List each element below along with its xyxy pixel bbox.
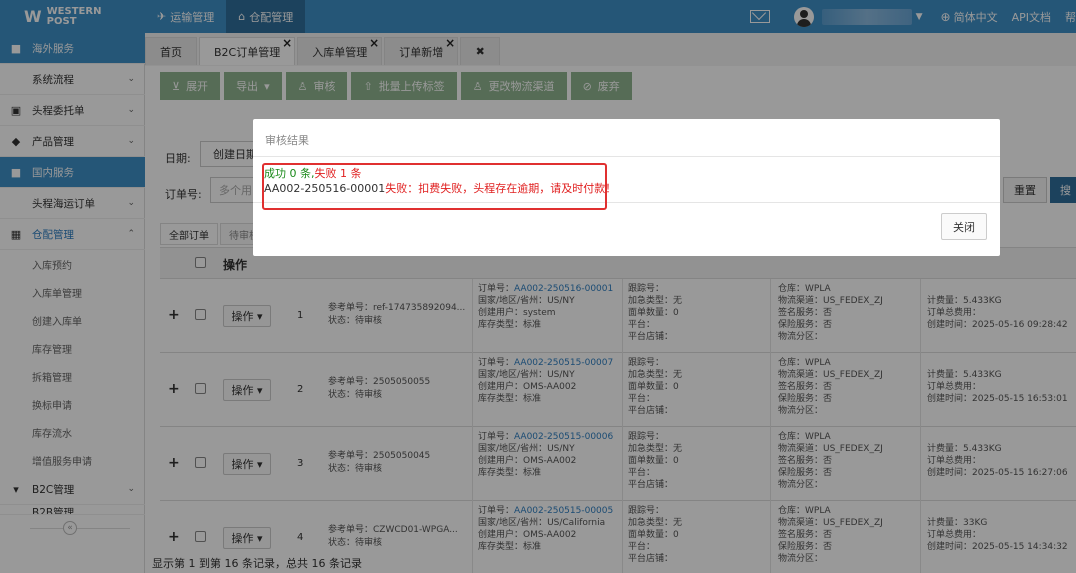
- modal-title: 审核结果: [253, 119, 1000, 157]
- modal-backdrop[interactable]: [0, 0, 1076, 573]
- close-button[interactable]: 关闭: [941, 213, 987, 240]
- highlight-box: [262, 163, 607, 210]
